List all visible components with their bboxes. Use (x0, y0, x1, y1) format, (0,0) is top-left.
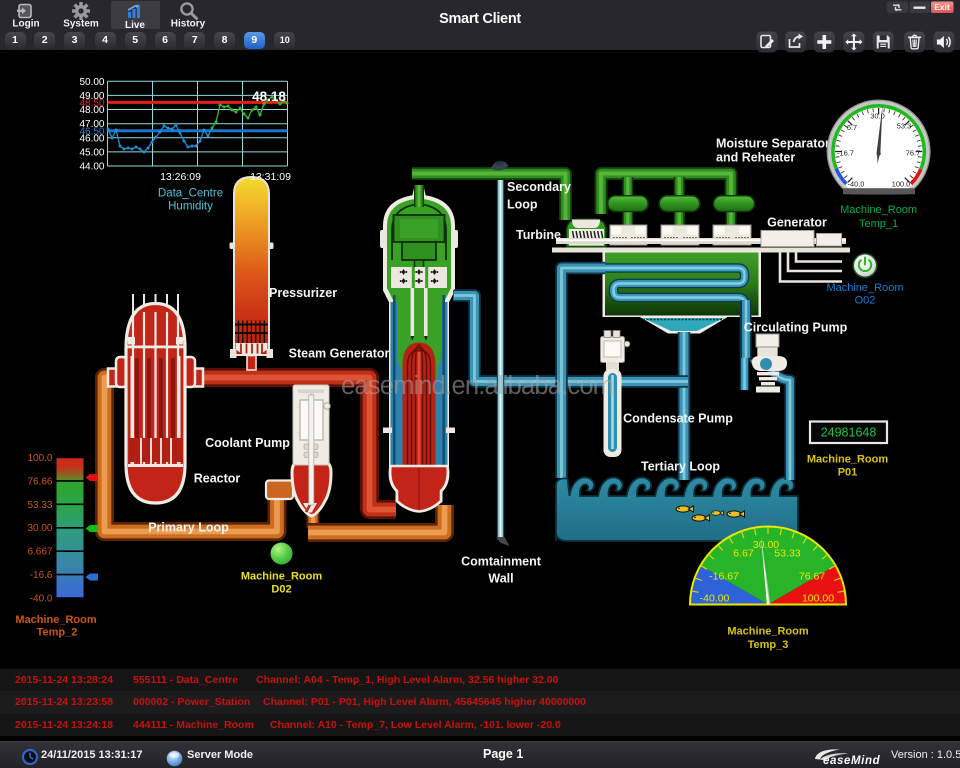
svg-text:Loop: Loop (507, 198, 538, 212)
svg-text:Coolant Pump: Coolant Pump (205, 436, 290, 450)
svg-text:30.00: 30.00 (27, 523, 52, 534)
svg-text:-16.67: -16.67 (709, 571, 739, 583)
svg-text:Machine_Room: Machine_Room (727, 626, 809, 638)
svg-text:50.00: 50.00 (79, 77, 104, 88)
svg-text:Machine_Room: Machine_Room (15, 614, 97, 626)
svg-text:Circulating Pump: Circulating Pump (744, 321, 848, 335)
svg-text:Primary Loop: Primary Loop (148, 521, 229, 535)
svg-text:45.00: 45.00 (79, 148, 104, 159)
svg-text:Wall: Wall (488, 572, 513, 586)
svg-text:100.00: 100.00 (802, 593, 834, 605)
svg-text:Humidity: Humidity (168, 201, 213, 213)
svg-text:Temp_1: Temp_1 (859, 218, 898, 230)
svg-text:44.00: 44.00 (79, 162, 104, 173)
svg-text:Steam Generator: Steam Generator (289, 347, 390, 361)
svg-text:Tertiary Loop: Tertiary Loop (641, 460, 720, 474)
svg-text:-16.7: -16.7 (837, 149, 854, 158)
svg-text:Temp_2: Temp_2 (37, 627, 78, 639)
svg-text:76.7: 76.7 (906, 149, 920, 158)
svg-text:Pressurizer: Pressurizer (269, 286, 337, 300)
svg-text:6.667: 6.667 (27, 547, 52, 558)
svg-text:53.33: 53.33 (27, 500, 52, 511)
svg-text:-40.0: -40.0 (30, 594, 53, 605)
svg-text:Moisture Separator: Moisture Separator (716, 137, 830, 151)
svg-text:13:26:09: 13:26:09 (160, 171, 201, 183)
svg-text:Data_Centre: Data_Centre (158, 188, 223, 200)
svg-text:O02: O02 (855, 295, 876, 307)
svg-text:Turbine: Turbine (516, 228, 561, 242)
svg-text:Temp_3: Temp_3 (748, 639, 789, 651)
svg-text:Machine_Room: Machine_Room (807, 454, 889, 466)
svg-text:Machine_Room: Machine_Room (826, 282, 903, 294)
svg-text:100.0: 100.0 (27, 453, 52, 464)
svg-text:48.18: 48.18 (252, 89, 286, 104)
svg-text:easemind.en.alibaba.com: easemind.en.alibaba.com (341, 372, 613, 400)
svg-text:53.33: 53.33 (774, 548, 800, 560)
svg-text:100.0: 100.0 (892, 180, 911, 189)
svg-text:76.66: 76.66 (27, 476, 52, 487)
svg-text:Machine_Room: Machine_Room (241, 571, 323, 583)
svg-text:13:31:09: 13:31:09 (250, 171, 291, 183)
svg-text:D02: D02 (271, 584, 291, 596)
svg-text:30.0: 30.0 (870, 112, 884, 121)
svg-text:P01: P01 (838, 467, 858, 479)
svg-text:Machine_Room: Machine_Room (840, 204, 917, 216)
svg-text:Comtainment: Comtainment (461, 555, 542, 569)
svg-text:6.67: 6.67 (733, 548, 754, 560)
svg-text:Reactor: Reactor (194, 472, 241, 486)
svg-text:easeMind: easeMind (823, 755, 881, 767)
svg-text:Generator: Generator (767, 216, 827, 230)
svg-text:Condensate Pump: Condensate Pump (623, 412, 733, 426)
svg-text:24981648: 24981648 (821, 426, 877, 440)
svg-text:48.50: 48.50 (79, 98, 104, 109)
svg-text:-16.6: -16.6 (30, 570, 53, 581)
svg-text:-40.0: -40.0 (848, 180, 865, 189)
svg-text:and Reheater: and Reheater (716, 151, 795, 165)
svg-text:6.7: 6.7 (847, 123, 857, 132)
svg-text:76.67: 76.67 (799, 571, 825, 583)
svg-text:46.50: 46.50 (79, 126, 104, 137)
svg-text:-40.00: -40.00 (700, 593, 730, 605)
svg-text:53.3: 53.3 (897, 122, 911, 131)
svg-text:Secondary: Secondary (507, 180, 571, 194)
